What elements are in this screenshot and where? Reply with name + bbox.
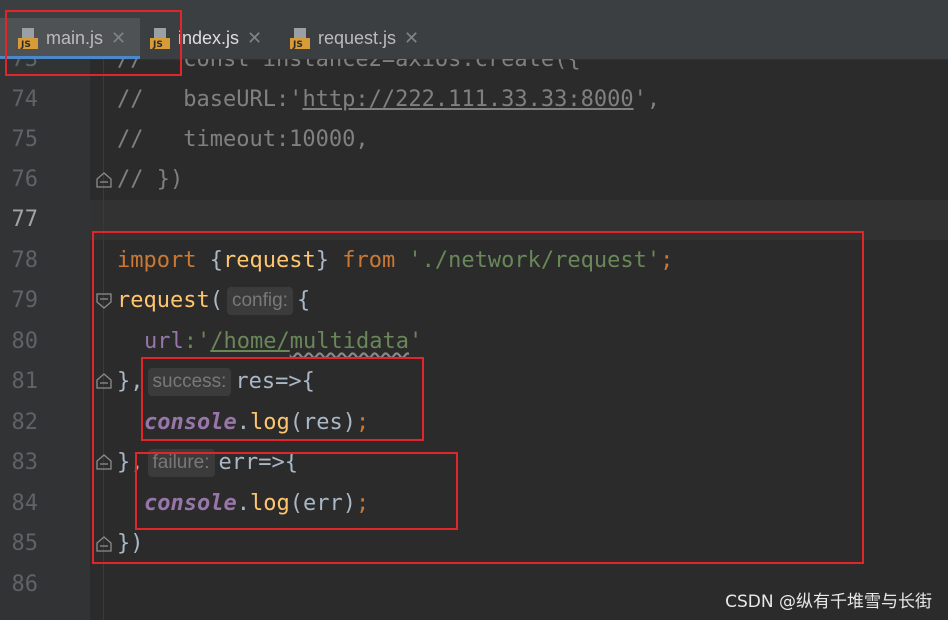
annotation-box-success: [141, 357, 424, 441]
line-number: 82: [11, 410, 39, 435]
close-icon[interactable]: ✕: [404, 28, 419, 49]
tab-request-js[interactable]: JS request.js ✕: [290, 18, 440, 59]
code-line-76: // }): [117, 167, 184, 192]
line-number: 85: [11, 531, 39, 556]
js-file-icon: JS: [290, 27, 312, 50]
annotation-box-tab: [5, 10, 182, 76]
tab-label: index.js: [178, 28, 240, 48]
line-number: 86: [11, 572, 39, 597]
line-number: 79: [11, 288, 39, 313]
line-number: 75: [11, 127, 39, 152]
line-number: 74: [11, 87, 39, 112]
line-number: 81: [11, 369, 39, 394]
tab-label: request.js: [318, 28, 397, 48]
code-token: // baseURL:': [117, 87, 303, 112]
line-number: 83: [11, 450, 39, 475]
line-number: 76: [11, 167, 39, 192]
code-line-75: // timeout:10000,: [117, 127, 369, 152]
annotation-box-failure: [135, 452, 458, 530]
svg-text:JS: JS: [292, 40, 303, 50]
code-url-link[interactable]: http://222.111.33.33:8000: [302, 87, 633, 112]
line-number: 78: [11, 248, 39, 273]
watermark: CSDN @纵有千堆雪与长街: [725, 592, 932, 612]
close-icon[interactable]: ✕: [247, 28, 262, 49]
line-number: 84: [11, 491, 39, 516]
fold-end-icon[interactable]: [95, 171, 113, 189]
code-line-74: // baseURL:'http://222.111.33.33:8000',: [117, 80, 660, 120]
code-token: ',: [633, 87, 661, 112]
line-number: 80: [11, 329, 39, 354]
line-number-current: 77: [11, 207, 39, 232]
